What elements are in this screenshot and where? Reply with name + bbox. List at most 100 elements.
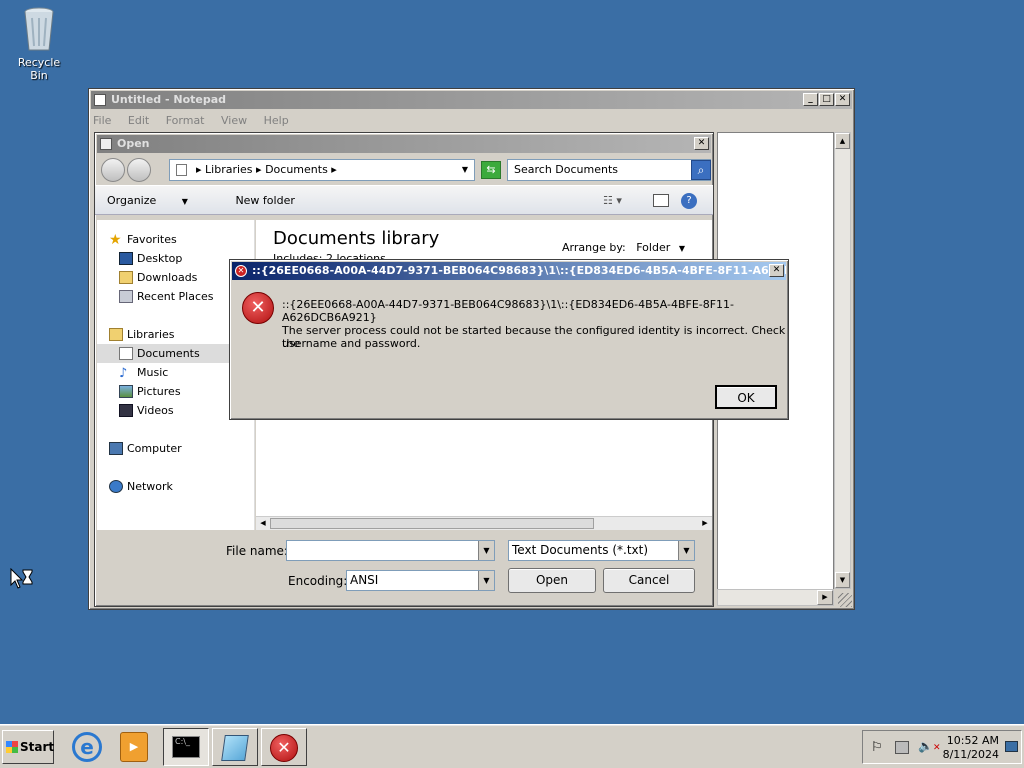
music-icon: ♪ [119, 366, 128, 381]
taskbar-notepad-button[interactable] [212, 728, 258, 766]
chevron-down-icon: ▼ [673, 244, 685, 253]
cancel-button[interactable]: Cancel [603, 568, 695, 593]
scroll-right-arrow[interactable]: ▶ [817, 590, 833, 605]
file-name-input[interactable]: ▼ [286, 540, 495, 561]
preview-pane-icon[interactable] [653, 194, 669, 207]
scroll-left-arrow[interactable]: ◀ [256, 517, 270, 530]
recycle-bin-icon[interactable]: Recycle Bin [8, 6, 70, 82]
scroll-thumb[interactable] [270, 518, 594, 529]
volume-muted-icon[interactable]: 🔈✕ [918, 739, 941, 753]
open-dialog-titlebar[interactable]: Open ✕ [97, 135, 711, 153]
help-icon[interactable]: ? [681, 193, 697, 209]
search-placeholder: Search Documents [514, 163, 619, 176]
network-status-icon[interactable] [895, 741, 909, 754]
nav-label: Music [137, 366, 169, 379]
clock[interactable]: 10:52 AM 8/11/2024 [943, 734, 999, 762]
view-options-icon[interactable]: ☷ ▾ [603, 186, 622, 216]
close-button[interactable]: ✕ [835, 93, 850, 106]
recent-places-icon [119, 290, 133, 303]
arrange-by[interactable]: Arrange by: Folder ▼ [562, 241, 685, 254]
arrange-value[interactable]: Folder [636, 241, 670, 254]
nav-label: Computer [127, 442, 182, 455]
scroll-right-arrow[interactable]: ▶ [698, 517, 712, 530]
show-desktop-icon[interactable] [1005, 741, 1018, 752]
error-path: ::{26EE0668-A00A-44D7-9371-BEB064C98683}… [282, 298, 735, 324]
network-icon [109, 480, 123, 493]
breadcrumb-libraries[interactable]: Libraries [205, 163, 253, 176]
error-dialog: ✕ ::{26EE0668-A00A-44D7-9371-BEB064C9868… [229, 259, 789, 420]
action-center-flag-icon[interactable]: ⚐ [871, 740, 883, 755]
menu-help[interactable]: Help [264, 114, 289, 127]
nav-label: Downloads [137, 271, 198, 284]
videos-icon [119, 404, 133, 417]
address-toolbar: ▸ Libraries ▸ Documents ▸ ▼ ⇆ Search Doc… [95, 155, 713, 185]
busy-cursor-icon [10, 567, 34, 595]
nav-computer[interactable]: Computer [97, 439, 254, 458]
notepad-vertical-scrollbar[interactable]: ▲ ▼ [834, 132, 851, 589]
command-bar: Organize ▼ New folder ☷ ▾ ? [95, 185, 713, 215]
nav-label: Videos [137, 404, 174, 417]
new-folder-button[interactable]: New folder [235, 194, 294, 207]
error-dialog-close-button[interactable]: ✕ [769, 264, 784, 277]
minimize-button[interactable]: _ [803, 93, 818, 106]
downloads-icon [119, 271, 133, 284]
system-tray: ⚐ 🔈✕ 10:52 AM 8/11/2024 [862, 730, 1022, 764]
file-list-horizontal-scrollbar[interactable]: ◀ ▶ [256, 516, 712, 530]
open-dialog-close-button[interactable]: ✕ [694, 137, 709, 150]
taskbar-cmd-button[interactable]: C:\_ [163, 728, 209, 766]
resize-grip-icon[interactable] [838, 593, 852, 607]
scroll-up-arrow[interactable]: ▲ [835, 133, 850, 149]
address-dropdown-icon[interactable]: ▼ [462, 160, 468, 180]
media-player-icon[interactable]: ▶ [120, 732, 148, 762]
menu-file[interactable]: File [93, 114, 111, 127]
chevron-down-icon[interactable]: ▼ [478, 571, 494, 590]
encoding-select[interactable]: ANSI ▼ [346, 570, 495, 591]
file-type-select[interactable]: Text Documents (*.txt) ▼ [508, 540, 695, 561]
nav-label: Pictures [137, 385, 181, 398]
nav-label: Favorites [127, 233, 177, 246]
pictures-icon [119, 385, 133, 398]
chevron-down-icon: ▼ [181, 197, 188, 206]
cancel-button-label: Cancel [628, 573, 670, 587]
maximize-button[interactable]: □ [819, 93, 834, 106]
search-icon[interactable]: ⌕ [691, 160, 711, 180]
chevron-down-icon[interactable]: ▼ [678, 541, 694, 560]
start-button[interactable]: Start [2, 730, 54, 764]
recycle-bin-icon-graphic [22, 6, 56, 52]
library-title: Documents library [273, 228, 440, 249]
desktop-icon [119, 252, 133, 265]
refresh-icon[interactable]: ⇆ [481, 161, 501, 179]
error-message-line2: username and password. [282, 337, 421, 350]
error-dialog-titlebar[interactable]: ✕ ::{26EE0668-A00A-44D7-9371-BEB064C9868… [232, 262, 786, 280]
error-dialog-title: ::{26EE0668-A00A-44D7-9371-BEB064C98683}… [252, 264, 786, 277]
taskbar: Start e ▶ C:\_ ✕ ⚐ 🔈✕ 10:52 AM 8/11/2024 [0, 724, 1024, 768]
breadcrumb-documents[interactable]: Documents [265, 163, 328, 176]
forward-button[interactable] [127, 158, 151, 182]
file-name-label: File name: [226, 544, 288, 558]
breadcrumb-arrow-icon: ▸ [256, 163, 266, 176]
arrange-label: Arrange by: [562, 241, 626, 254]
menu-format[interactable]: Format [166, 114, 205, 127]
open-button[interactable]: Open [508, 568, 596, 593]
clock-date: 8/11/2024 [942, 748, 999, 761]
clock-time: 10:52 AM [946, 734, 999, 747]
nav-label: Libraries [127, 328, 175, 341]
nav-favorites[interactable]: ★ Favorites [97, 230, 254, 249]
encoding-label: Encoding: [288, 574, 348, 588]
nav-network[interactable]: Network [97, 477, 254, 496]
organize-button[interactable]: Organize ▼ [107, 194, 210, 207]
chevron-down-icon[interactable]: ▼ [478, 541, 494, 560]
internet-explorer-icon[interactable]: e [72, 732, 102, 762]
menu-view[interactable]: View [221, 114, 247, 127]
notepad-horizontal-scrollbar[interactable]: ▶ [717, 589, 834, 606]
search-input[interactable]: Search Documents [507, 159, 711, 181]
notepad-icon [94, 94, 106, 106]
scroll-down-arrow[interactable]: ▼ [835, 572, 850, 588]
address-bar[interactable]: ▸ Libraries ▸ Documents ▸ ▼ [169, 159, 475, 181]
taskbar-error-button[interactable]: ✕ [261, 728, 307, 766]
notepad-titlebar[interactable]: Untitled - Notepad _ □ ✕ [91, 91, 852, 109]
notepad-app-icon [221, 735, 249, 761]
back-button[interactable] [101, 158, 125, 182]
ok-button[interactable]: OK [715, 385, 777, 409]
menu-edit[interactable]: Edit [128, 114, 149, 127]
